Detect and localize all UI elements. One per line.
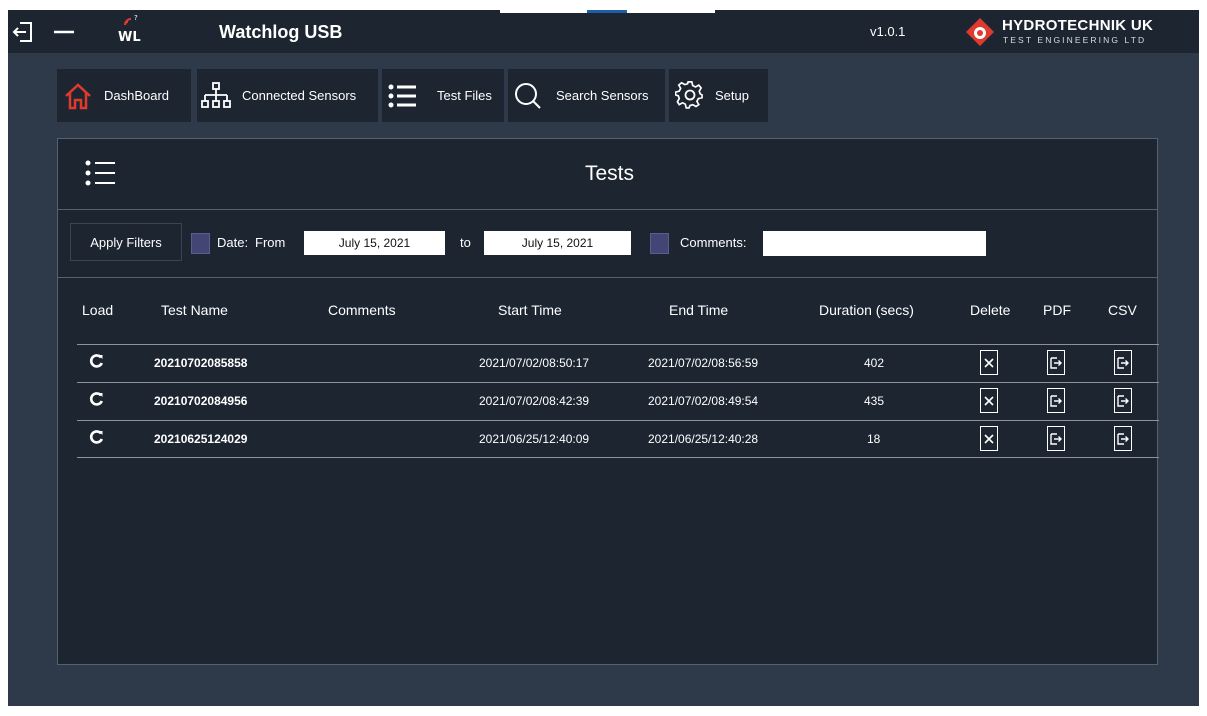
nav-label: Setup — [715, 88, 749, 103]
duration-cell: 18 — [867, 432, 881, 446]
comments-filter-checkbox[interactable] — [650, 233, 669, 254]
nav-label: Test Files — [437, 88, 492, 103]
search-icon — [515, 83, 541, 109]
pdf-export-button[interactable] — [1047, 388, 1065, 413]
export-icon — [1117, 433, 1129, 445]
brand-name: HYDROTECHNIK UK — [1002, 17, 1154, 34]
reload-icon[interactable] — [89, 391, 105, 407]
table-row: 20210625124029 2021/06/25/12:40:09 2021/… — [77, 421, 1159, 458]
date-to-field[interactable]: July 15, 2021 — [484, 231, 631, 255]
end-time-cell: 2021/07/02/08:49:54 — [648, 394, 759, 408]
version-label: v1.0.1 — [870, 24, 906, 39]
comments-filter-input[interactable] — [763, 231, 986, 256]
column-header-csv: CSV — [1108, 302, 1137, 318]
window-tab-strip — [500, 10, 715, 13]
nav-label: Connected Sensors — [242, 88, 357, 103]
delete-button[interactable] — [980, 426, 998, 451]
app-title: Watchlog USB — [219, 22, 343, 42]
nav-setup[interactable]: Setup — [669, 69, 768, 122]
pdf-export-button[interactable] — [1047, 426, 1065, 451]
watchlog-logo: ? WL — [116, 13, 142, 47]
csv-export-button[interactable] — [1114, 350, 1132, 375]
reload-icon[interactable] — [89, 353, 105, 369]
column-header-start-time: Start Time — [498, 302, 562, 318]
nav-search-sensors[interactable]: Search Sensors — [508, 69, 665, 122]
column-header-delete: Delete — [970, 302, 1011, 318]
apply-filters-button[interactable]: Apply Filters — [70, 223, 182, 261]
list-icon — [388, 84, 416, 108]
comments-label: Comments: — [680, 235, 747, 250]
export-icon — [1050, 433, 1062, 445]
hydrotechnik-logo-icon — [966, 18, 994, 46]
row-divider — [77, 457, 1159, 458]
to-label: to — [460, 235, 471, 250]
delete-button[interactable] — [980, 350, 998, 375]
nav-label: Search Sensors — [556, 88, 649, 103]
close-icon — [984, 396, 994, 406]
brand-tagline: TEST ENGINEERING LTD — [1003, 35, 1147, 45]
export-icon — [1117, 395, 1129, 407]
export-icon — [1117, 357, 1129, 369]
column-header-duration: Duration (secs) — [819, 302, 914, 318]
svg-text:?: ? — [134, 14, 138, 22]
close-icon — [984, 358, 994, 368]
column-header-test-name: Test Name — [161, 302, 228, 318]
csv-export-button[interactable] — [1114, 426, 1132, 451]
test-name-cell: 20210702084956 — [154, 394, 248, 408]
export-icon — [1050, 395, 1062, 407]
column-header-pdf: PDF — [1043, 302, 1071, 318]
gear-icon — [675, 81, 703, 109]
delete-button[interactable] — [980, 388, 998, 413]
from-label: From — [255, 235, 286, 250]
duration-cell: 402 — [864, 356, 885, 370]
title-bar: ? WL Watchlog USB v1.0.1 HYDROTECHNIK UK… — [8, 10, 1199, 53]
start-time-cell: 2021/07/02/08:50:17 — [479, 356, 590, 370]
close-icon — [984, 434, 994, 444]
nav-dashboard[interactable]: DashBoard — [57, 69, 191, 122]
end-time-cell: 2021/07/02/08:56:59 — [648, 356, 759, 370]
tests-panel: Tests Apply Filters Date: From July 15, … — [57, 138, 1159, 665]
column-header-comments: Comments — [328, 302, 396, 318]
exit-icon[interactable] — [11, 20, 35, 44]
nav-connected-sensors[interactable]: Connected Sensors — [197, 69, 378, 122]
minimize-icon[interactable] — [52, 22, 76, 42]
network-icon — [201, 82, 231, 108]
test-name-cell: 20210625124029 — [154, 432, 248, 446]
panel-title: Tests — [584, 162, 634, 185]
test-name-cell: 20210702085858 — [154, 356, 248, 370]
end-time-cell: 2021/06/25/12:40:28 — [648, 432, 759, 446]
start-time-cell: 2021/06/25/12:40:09 — [479, 432, 590, 446]
logo-text: WL — [118, 30, 141, 45]
csv-export-button[interactable] — [1114, 388, 1132, 413]
home-icon — [65, 83, 91, 110]
column-header-load: Load — [82, 302, 114, 318]
reload-icon[interactable] — [89, 429, 105, 445]
table-row: 20210702084956 2021/07/02/08:42:39 2021/… — [77, 383, 1159, 420]
nav-label: DashBoard — [104, 88, 170, 103]
date-label: Date: — [217, 235, 249, 250]
table-row: 20210702085858 2021/07/02/08:50:17 2021/… — [77, 345, 1159, 382]
duration-cell: 435 — [864, 394, 885, 408]
column-header-end-time: End Time — [669, 302, 729, 318]
app-window: ? WL Watchlog USB v1.0.1 HYDROTECHNIK UK… — [8, 10, 1199, 706]
export-icon — [1050, 357, 1062, 369]
date-from-field[interactable]: July 15, 2021 — [304, 231, 445, 255]
start-time-cell: 2021/07/02/08:42:39 — [479, 394, 590, 408]
date-filter-checkbox[interactable] — [191, 233, 210, 254]
nav-test-files[interactable]: Test Files — [382, 69, 504, 122]
panel-header: Tests — [58, 139, 1157, 210]
filter-bar: Apply Filters Date: From July 15, 2021 t… — [58, 211, 1157, 278]
pdf-export-button[interactable] — [1047, 350, 1065, 375]
